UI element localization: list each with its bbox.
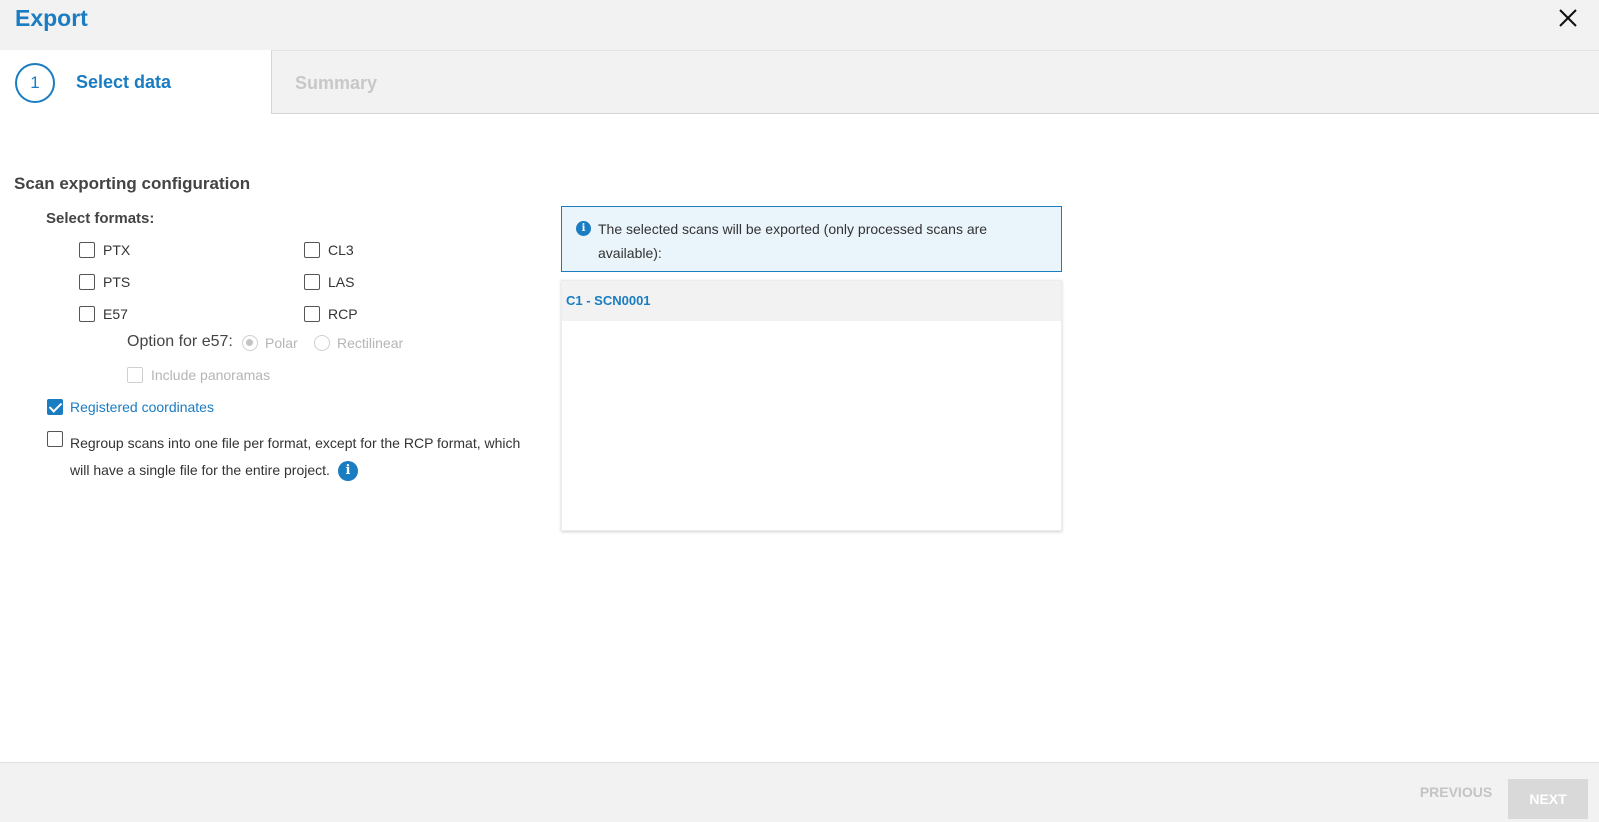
format-label-e57: E57 <box>103 306 128 322</box>
formats-title: Select formats: <box>46 210 155 227</box>
regroup-label-text: Regroup scans into one file per format, … <box>70 435 521 478</box>
scan-list: C1 - SCN0001 <box>561 280 1062 531</box>
radio-rectilinear-label: Rectilinear <box>337 335 404 351</box>
dialog-footer: PREVIOUS NEXT <box>0 762 1599 822</box>
regroup-checkbox[interactable] <box>47 431 63 447</box>
registered-coordinates-label: Registered coordinates <box>70 399 214 415</box>
step-label: Summary <box>295 73 378 93</box>
dialog-title: Export <box>15 5 88 31</box>
scan-name: C1 - SCN0001 <box>566 293 651 308</box>
format-checkbox-rcp[interactable] <box>304 306 320 322</box>
step-summary: Summary <box>271 50 1599 114</box>
format-checkbox-ptx[interactable] <box>79 242 95 258</box>
format-checkbox-e57[interactable] <box>79 306 95 322</box>
radio-polar-label: Polar <box>265 335 298 351</box>
step-select-data[interactable]: 1 Select data <box>0 50 271 114</box>
format-label-las: LAS <box>328 274 355 290</box>
step-number: 1 <box>15 63 55 103</box>
radio-polar[interactable] <box>242 335 258 351</box>
radio-rectilinear[interactable] <box>314 335 330 351</box>
dialog-header: Export <box>0 0 1599 50</box>
regroup-label: Regroup scans into one file per format, … <box>70 430 540 484</box>
close-icon[interactable] <box>1557 7 1579 29</box>
registered-coordinates-checkbox[interactable] <box>47 399 63 415</box>
list-item[interactable]: C1 - SCN0001 <box>562 281 1061 321</box>
include-panoramas-label: Include panoramas <box>151 367 271 383</box>
stepper: 1 Select data Summary <box>0 50 1599 114</box>
format-label-rcp: RCP <box>328 306 358 322</box>
info-message: i The selected scans will be exported (o… <box>561 206 1062 272</box>
info-icon: i <box>576 221 591 236</box>
next-button[interactable]: NEXT <box>1508 779 1588 819</box>
step-label: Select data <box>76 72 172 92</box>
include-panoramas-checkbox[interactable] <box>127 367 143 383</box>
format-checkbox-pts[interactable] <box>79 274 95 290</box>
format-checkbox-cl3[interactable] <box>304 242 320 258</box>
format-label-cl3: CL3 <box>328 242 354 258</box>
e57-option-label: Option for e57: <box>127 333 233 350</box>
format-label-ptx: PTX <box>103 242 131 258</box>
format-checkbox-las[interactable] <box>304 274 320 290</box>
previous-button[interactable]: PREVIOUS <box>1412 779 1500 805</box>
info-message-text: The selected scans will be exported (onl… <box>598 221 988 261</box>
info-icon[interactable]: i <box>337 461 358 482</box>
format-label-pts: PTS <box>103 274 131 290</box>
section-title: Scan exporting configuration <box>14 174 251 193</box>
